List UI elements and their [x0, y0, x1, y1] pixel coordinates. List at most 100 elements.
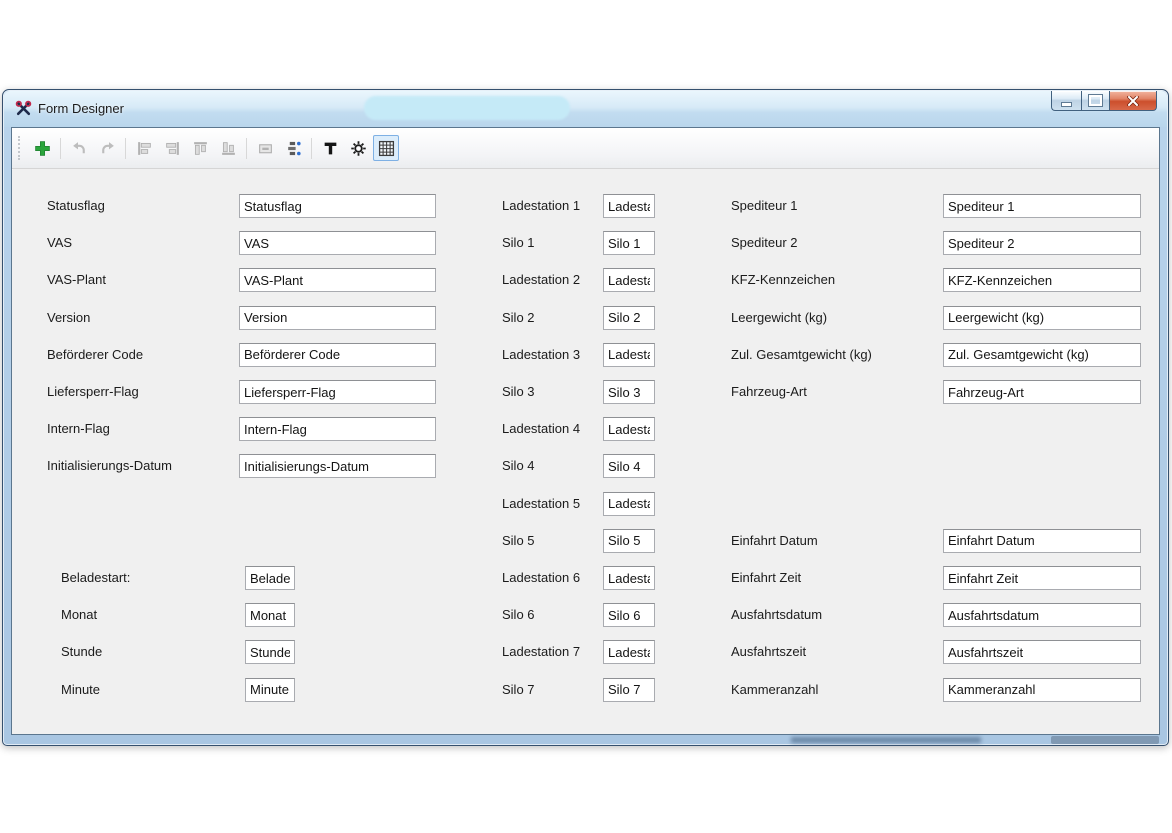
field-label: Silo 6 [502, 607, 535, 622]
field-label: Liefersperr-Flag [47, 384, 139, 399]
field-label: Stunde [61, 644, 102, 659]
grid-icon [378, 140, 395, 157]
toolbar-distribute-button[interactable] [280, 135, 306, 161]
field-label: Leergewicht (kg) [731, 310, 827, 325]
field-input[interactable] [603, 268, 655, 292]
resize-grip-area [1051, 736, 1159, 744]
field-label: Silo 3 [502, 384, 535, 399]
toolbar-align-bottom-button[interactable] [215, 135, 241, 161]
toolbar-grid-button[interactable] [373, 135, 399, 161]
field-label: Statusflag [47, 198, 105, 213]
field-input[interactable] [239, 343, 436, 367]
toolbar-grip-handle[interactable] [18, 136, 23, 160]
maximize-icon [1089, 95, 1102, 106]
field-label: Ladestation 5 [502, 496, 580, 511]
field-input[interactable] [603, 231, 655, 255]
toolbar-align-left-button[interactable] [131, 135, 157, 161]
titlebar[interactable]: Form Designer [4, 91, 1167, 127]
field-input[interactable] [943, 640, 1141, 664]
toolbar-separator [311, 138, 312, 159]
new-icon [34, 140, 51, 157]
field-label: Spediteur 2 [731, 235, 798, 250]
field-label: Einfahrt Zeit [731, 570, 801, 585]
field-input[interactable] [239, 417, 436, 441]
field-input[interactable] [603, 194, 655, 218]
field-input[interactable] [603, 417, 655, 441]
field-input[interactable] [943, 380, 1141, 404]
distribute-icon [285, 140, 302, 157]
field-input[interactable] [603, 343, 655, 367]
field-label: Intern-Flag [47, 421, 110, 436]
field-input[interactable] [943, 566, 1141, 590]
field-input[interactable] [943, 529, 1141, 553]
field-input[interactable] [239, 380, 436, 404]
close-button[interactable] [1110, 91, 1157, 111]
field-input[interactable] [603, 678, 655, 702]
minimize-icon [1061, 102, 1072, 107]
toolbar-align-right-button[interactable] [159, 135, 185, 161]
field-input[interactable] [239, 268, 436, 292]
field-label: Ladestation 4 [502, 421, 580, 436]
field-label: Fahrzeug-Art [731, 384, 807, 399]
field-input[interactable] [245, 566, 295, 590]
field-label: Silo 4 [502, 458, 535, 473]
field-input[interactable] [603, 306, 655, 330]
field-input[interactable] [603, 640, 655, 664]
field-label: Monat [61, 607, 97, 622]
toolbar-undo-button[interactable] [66, 135, 92, 161]
field-input[interactable] [603, 492, 655, 516]
field-label: Minute [61, 682, 100, 697]
align-right-icon [164, 140, 181, 157]
field-label: Ausfahrtsdatum [731, 607, 822, 622]
field-input[interactable] [603, 380, 655, 404]
form-design-canvas[interactable]: StatusflagVASVAS-PlantVersionBeförderer … [12, 170, 1159, 734]
toolbar-settings-button[interactable] [345, 135, 371, 161]
form-designer-window: Form Designer Statusflag VAS VAS-Plant Vers… [2, 89, 1169, 746]
field-input[interactable] [239, 194, 436, 218]
field-label: Einfahrt Datum [731, 533, 818, 548]
field-input[interactable] [603, 454, 655, 478]
field-input[interactable] [239, 306, 436, 330]
field-input[interactable] [239, 231, 436, 255]
window-controls [1051, 91, 1157, 111]
toolbar-same-size-button[interactable] [252, 135, 278, 161]
field-input[interactable] [239, 454, 436, 478]
field-label: Ladestation 2 [502, 272, 580, 287]
field-label: Silo 5 [502, 533, 535, 548]
field-label: Ladestation 3 [502, 347, 580, 362]
minimize-button[interactable] [1051, 91, 1081, 111]
toolbar [12, 128, 1159, 169]
redo-icon [99, 140, 116, 157]
toolbar-align-top-button[interactable] [187, 135, 213, 161]
undo-icon [71, 140, 88, 157]
same-size-icon [257, 140, 274, 157]
field-input[interactable] [603, 603, 655, 627]
toolbar-text-button[interactable] [317, 135, 343, 161]
field-label: Ladestation 6 [502, 570, 580, 585]
field-label: VAS-Plant [47, 272, 106, 287]
close-icon [1127, 96, 1139, 106]
field-input[interactable] [943, 306, 1141, 330]
maximize-button[interactable] [1081, 91, 1110, 111]
field-label: Silo 1 [502, 235, 535, 250]
field-label: Ausfahrtszeit [731, 644, 806, 659]
field-label: VAS [47, 235, 72, 250]
field-input[interactable] [245, 640, 295, 664]
align-bottom-icon [220, 140, 237, 157]
field-input[interactable] [943, 231, 1141, 255]
field-input[interactable] [603, 529, 655, 553]
toolbar-redo-button[interactable] [94, 135, 120, 161]
field-input[interactable] [245, 603, 295, 627]
field-input[interactable] [245, 678, 295, 702]
field-input[interactable] [943, 194, 1141, 218]
toolbar-separator [125, 138, 126, 159]
field-input[interactable] [943, 268, 1141, 292]
field-label: Version [47, 310, 90, 325]
field-input[interactable] [943, 678, 1141, 702]
field-input[interactable] [943, 343, 1141, 367]
window-title: Form Designer [38, 101, 124, 116]
toolbar-new-button[interactable] [29, 135, 55, 161]
field-input[interactable] [603, 566, 655, 590]
app-logo-icon [15, 100, 32, 117]
field-input[interactable] [943, 603, 1141, 627]
